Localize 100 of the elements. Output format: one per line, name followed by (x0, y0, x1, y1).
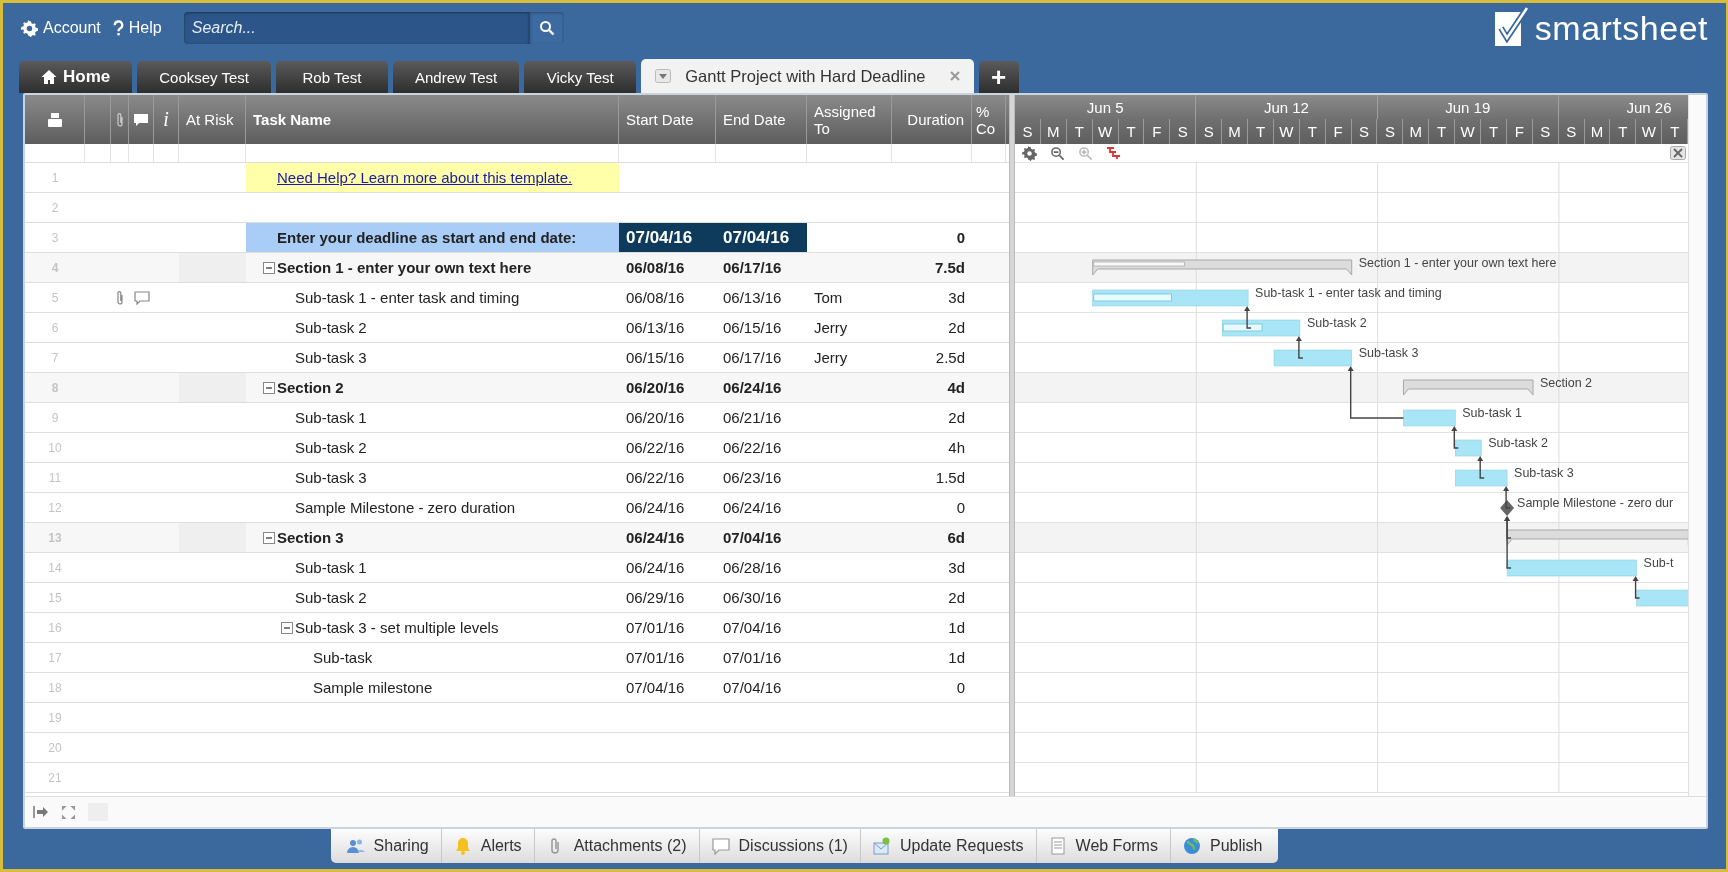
assignee: Jerry (814, 349, 848, 366)
comment-icon[interactable] (133, 290, 150, 305)
duration: 4d (947, 379, 965, 396)
day-label: S (1203, 123, 1214, 140)
scrollbar-track[interactable] (1688, 95, 1706, 796)
task-name: Sub-task (313, 649, 373, 666)
toolbar-button[interactable]: Web Forms (1036, 829, 1171, 863)
close-icon[interactable] (949, 71, 960, 81)
day-label: F (1333, 123, 1343, 140)
search-field[interactable]: Search... (183, 12, 529, 44)
deadline-date[interactable]: 07/04/16 (716, 223, 807, 252)
day-label: M (1590, 123, 1604, 140)
duration: 1d (948, 619, 965, 636)
day-label: T (1307, 123, 1317, 140)
splitter[interactable] (1009, 95, 1015, 796)
toolbar-button[interactable]: Discussions (1) (699, 829, 861, 863)
duration: 0 (956, 229, 965, 246)
toolbar-button[interactable]: Alerts (441, 829, 535, 863)
day-label: S (1177, 123, 1188, 140)
task-bar[interactable] (1455, 439, 1482, 457)
critical-path-icon[interactable] (1106, 146, 1122, 160)
at-risk-cell[interactable] (179, 253, 246, 282)
column-header[interactable]: Task Name (253, 111, 332, 128)
account-link[interactable]: Account (21, 19, 107, 37)
globe-icon (1182, 837, 1201, 855)
toolbar-button[interactable]: Sharing (334, 829, 442, 863)
zoom-out-icon[interactable] (1050, 145, 1065, 161)
sheet-tab[interactable]: Gantt Project with Hard Deadline (641, 59, 974, 93)
sheet-tab[interactable]: Vicky Test (524, 61, 637, 93)
week-label: Jun 5 (1086, 98, 1124, 116)
arrow-right-icon[interactable] (33, 805, 49, 819)
end-date: 06/15/16 (723, 319, 782, 336)
sheet-tab[interactable]: Andrew Test (393, 61, 520, 93)
bell-icon (453, 837, 472, 855)
end-date: 06/17/16 (723, 349, 782, 366)
printer-icon[interactable] (47, 111, 62, 128)
sheet-tab[interactable]: Rob Test (276, 61, 388, 93)
row-number: 15 (48, 590, 62, 605)
task-name: Sub-task 2 (295, 589, 367, 606)
end-date: 07/01/16 (723, 649, 782, 666)
fullscreen-icon[interactable] (61, 804, 76, 820)
collapse-toggle[interactable] (263, 261, 275, 274)
end-date: 07/04/16 (723, 679, 782, 696)
day-label: S (1566, 123, 1577, 140)
column-header[interactable]: End Date (723, 111, 786, 128)
collapse-toggle[interactable] (281, 621, 293, 634)
task-bar[interactable] (1455, 469, 1508, 487)
start-date: 06/22/16 (626, 439, 685, 456)
close-icon[interactable] (1670, 146, 1686, 160)
collapse-toggle[interactable] (263, 381, 275, 394)
task-bar[interactable] (1273, 349, 1352, 367)
start-date: 06/20/16 (626, 379, 685, 396)
day-label: W (1460, 123, 1475, 140)
day-label: T (1670, 123, 1680, 140)
settings-icon[interactable] (1022, 145, 1037, 161)
start-date: 06/08/16 (626, 259, 685, 276)
search-button[interactable] (528, 12, 564, 44)
row-number: 14 (48, 560, 62, 575)
toolbar-button[interactable]: Attachments (2) (534, 829, 700, 863)
column-header[interactable]: At Risk (186, 111, 234, 128)
toolbar-button[interactable]: Update Requests (860, 829, 1037, 863)
start-date: 07/04/16 (626, 679, 685, 696)
at-risk-cell[interactable] (179, 373, 246, 402)
at-risk-cell[interactable] (179, 523, 246, 552)
task-name: Sub-task 1 (295, 409, 367, 426)
column-header[interactable]: Assigned To (814, 102, 884, 137)
end-date: 07/04/16 (723, 529, 782, 546)
column-header[interactable]: % Co (976, 102, 1001, 137)
week-label: Jun 19 (1445, 98, 1491, 116)
sheet-tab[interactable]: Home (19, 61, 133, 93)
dropdown-icon[interactable] (655, 69, 672, 83)
task-name: Section 1 - enter your own text here (277, 259, 532, 276)
task-name: Sub-task 2 (295, 319, 367, 336)
task-name: Sample Milestone - zero duration (295, 499, 516, 516)
bar-label: Section 2 (1540, 376, 1593, 390)
duration: 4h (948, 439, 965, 456)
help-link[interactable]: Help (112, 19, 168, 37)
sheet-tab[interactable]: Cooksey Test (137, 61, 271, 93)
summary-bar[interactable] (1403, 379, 1534, 396)
zoom-in-icon[interactable] (1078, 145, 1093, 161)
column-header[interactable]: Duration (907, 111, 964, 128)
milestone-diamond[interactable] (1500, 500, 1515, 516)
info-column-header: i (163, 108, 169, 131)
deadline-date[interactable]: 07/04/16 (619, 223, 716, 252)
end-date: 06/28/16 (723, 559, 782, 576)
toolbar-button[interactable]: Publish (1170, 829, 1275, 863)
day-label: T (1437, 123, 1447, 140)
add-tab-button[interactable]: + (978, 61, 1019, 93)
task-name: Enter your deadline as start and end date: (277, 229, 577, 246)
day-label: M (1409, 123, 1423, 140)
duration: 3d (948, 559, 965, 576)
row-number: 2 (51, 200, 59, 215)
column-header[interactable]: Start Date (626, 111, 694, 128)
day-label: W (1279, 123, 1294, 140)
collapse-toggle[interactable] (263, 531, 275, 544)
row-number: 1 (51, 170, 59, 185)
paperclip-icon[interactable] (116, 289, 124, 306)
help-link[interactable]: Need Help? Learn more about this template. (277, 169, 573, 186)
speech-bubble-icon (711, 837, 730, 855)
summary-bar[interactable] (1506, 529, 1689, 546)
